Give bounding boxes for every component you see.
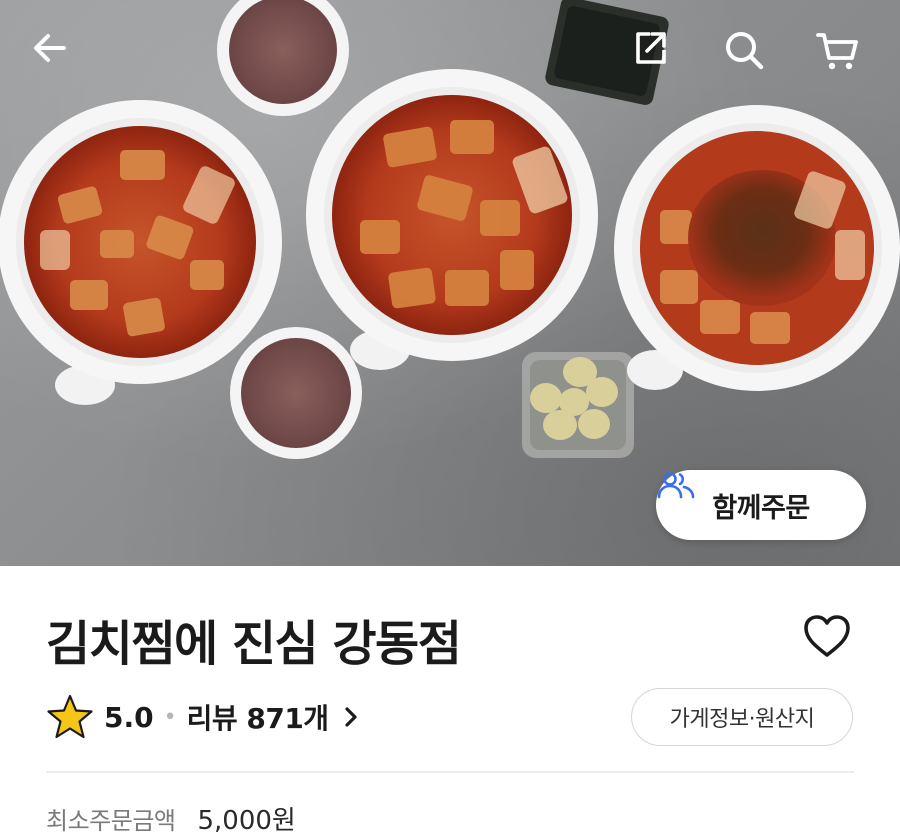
- star-icon: [47, 694, 93, 739]
- min-order-label: 최소주문금액: [46, 807, 176, 835]
- store-name: 김치찜에 진심 강동점: [46, 616, 462, 672]
- together-order-button[interactable]: 함께주문: [656, 470, 866, 540]
- heart-icon: [804, 615, 850, 657]
- share-icon: [636, 32, 666, 64]
- store-hero-image: 함께주문: [0, 0, 900, 566]
- search-button[interactable]: [722, 28, 778, 84]
- cart-icon: [816, 33, 858, 70]
- divider: [46, 771, 854, 773]
- min-order-row: 최소주문금액 5,000원: [46, 800, 296, 837]
- search-icon: [726, 32, 764, 70]
- favorite-button[interactable]: [800, 610, 854, 664]
- people-icon: [657, 472, 695, 499]
- rating-row: 5.0 • 리뷰 871개: [46, 690, 361, 744]
- separator-dot: •: [163, 704, 177, 730]
- reviews-link[interactable]: 리뷰 871개: [187, 697, 329, 737]
- min-order-value: 5,000원: [197, 806, 296, 836]
- back-button[interactable]: [30, 28, 86, 84]
- share-button[interactable]: [630, 28, 686, 84]
- arrow-left-icon: [34, 34, 66, 62]
- cart-button[interactable]: [814, 28, 870, 84]
- chevron-right-icon[interactable]: [341, 705, 361, 729]
- store-info-button[interactable]: 가게정보·원산지: [631, 688, 853, 746]
- rating-score: 5.0: [104, 700, 154, 734]
- together-order-label: 함께주문: [712, 492, 810, 524]
